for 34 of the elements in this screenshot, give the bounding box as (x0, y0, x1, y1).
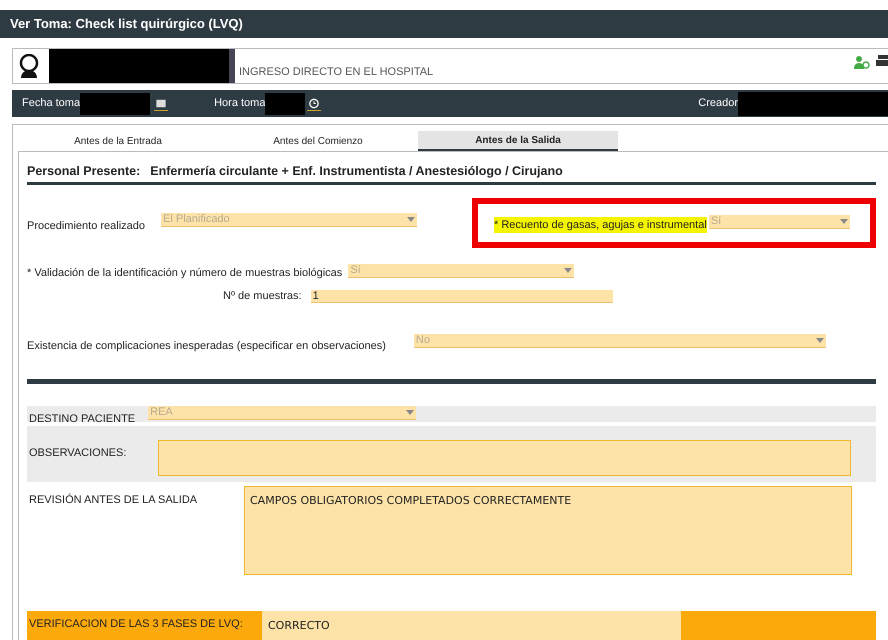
procedure-label: Procedimiento realizado (27, 218, 146, 234)
redaction-bar (80, 92, 150, 114)
clock-icon[interactable] (307, 96, 322, 110)
caret-icon (564, 268, 572, 273)
complications-label: Existencia de complicaciones inesperadas (especificar en observaciones) (27, 338, 386, 354)
window-title: Ver Toma: Check list quirúrgico (LVQ) (0, 10, 888, 38)
user-email-icon[interactable] (854, 55, 870, 69)
count-label: * Recuento de gasas, agujas e instrumental (494, 216, 707, 233)
tab[interactable]: Antes de la Salida (418, 131, 618, 151)
caret-icon (407, 216, 416, 222)
tab[interactable]: Antes de la Entrada (18, 131, 218, 151)
caret-icon (840, 218, 848, 224)
creator-label: Creador (698, 96, 738, 112)
avatar-icon (19, 54, 39, 78)
admission-text: INGRESO DIRECTO EN EL HOSPITAL (239, 64, 434, 80)
staff-value: Enfermería circulante + Enf. Instrumentista / Anestesiólogo / Cirujano (150, 163, 563, 180)
review-label: REVISIÓN ANTES DE LA SALIDA (29, 492, 198, 508)
samples-label: Nº de muestras: (223, 288, 302, 304)
destination-label: DESTINO PACIENTE (29, 414, 136, 426)
validation-label: * Validación de la identificación y número de muestras biológicas (27, 266, 342, 282)
time-label: Hora toma (214, 96, 266, 112)
staff-label: Personal Presente: (27, 163, 140, 180)
printer-icon[interactable] (876, 55, 888, 69)
observations-field[interactable] (158, 440, 851, 476)
review-field[interactable]: CAMPOS OBLIGATORIOS COMPLETADOS CORRECTAMENTE (244, 486, 852, 576)
observations-label: OBSERVACIONES: (29, 446, 128, 462)
tab[interactable]: Antes del Comienzo (218, 131, 418, 151)
redaction-bar (265, 92, 306, 114)
verification-label: VERIFICACION DE LAS 3 FASES DE LVQ: (29, 617, 244, 632)
caret-icon (816, 338, 824, 344)
date-label: Fecha toma (22, 96, 80, 112)
caret-icon (406, 410, 414, 416)
verification-field[interactable]: CORRECTO (262, 611, 681, 640)
samples-field[interactable]: 1 (310, 290, 613, 302)
